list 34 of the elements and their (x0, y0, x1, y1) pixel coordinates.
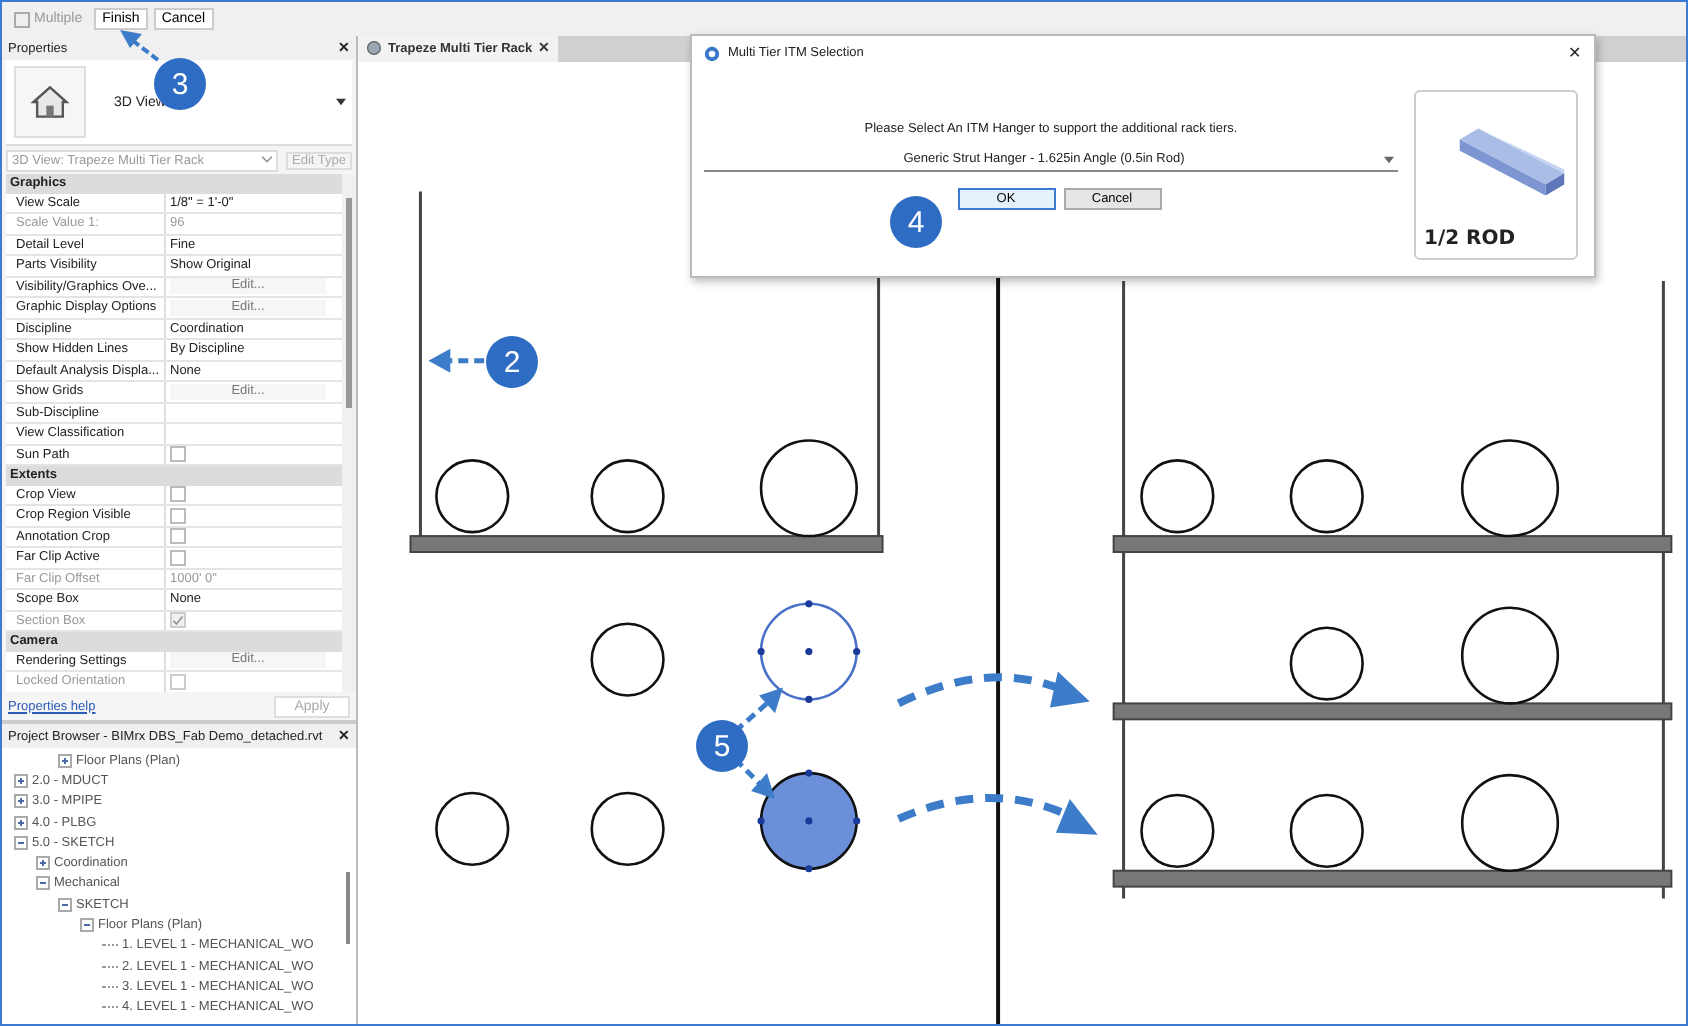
expand-toggle[interactable] (36, 876, 50, 891)
expand-toggle[interactable] (14, 794, 28, 809)
selected-pipe[interactable] (757, 769, 861, 873)
dropdown-icon (336, 98, 346, 106)
close-icon[interactable]: ✕ (1568, 44, 1582, 62)
expand-toggle[interactable] (80, 918, 94, 933)
expand-toggle[interactable] (36, 856, 50, 871)
scrollbar-thumb[interactable] (346, 198, 352, 408)
chevron-icon (262, 156, 273, 164)
app-icon (704, 45, 720, 61)
property-checkbox[interactable] (170, 486, 186, 503)
dashed-arrow (733, 687, 783, 734)
dashed-arrow (733, 757, 775, 799)
expand-toggle[interactable] (58, 897, 72, 912)
property-checkbox[interactable] (170, 446, 186, 463)
property-checkbox[interactable] (170, 507, 186, 524)
pipe-circle (590, 791, 665, 866)
property-checkbox[interactable] (170, 549, 186, 566)
expand-toggle[interactable] (58, 753, 72, 768)
expand-toggle[interactable] (14, 773, 28, 788)
view-icon (366, 40, 382, 57)
dropdown-icon (1384, 155, 1394, 163)
strut-channel-drawing (1456, 124, 1568, 200)
step-badge: 5 (696, 720, 748, 772)
expand-toggle[interactable] (14, 835, 28, 850)
scrollbar-thumb[interactable] (346, 872, 350, 944)
dashed-arrow (428, 348, 485, 373)
step-badge: 2 (486, 336, 538, 388)
pipe-circle (590, 622, 665, 697)
preview-label: 1/2 ROD (1424, 228, 1516, 250)
house-icon (14, 66, 86, 138)
pipe-circle (435, 791, 510, 866)
property-checkbox[interactable] (170, 528, 186, 545)
expand-toggle[interactable] (14, 815, 28, 830)
